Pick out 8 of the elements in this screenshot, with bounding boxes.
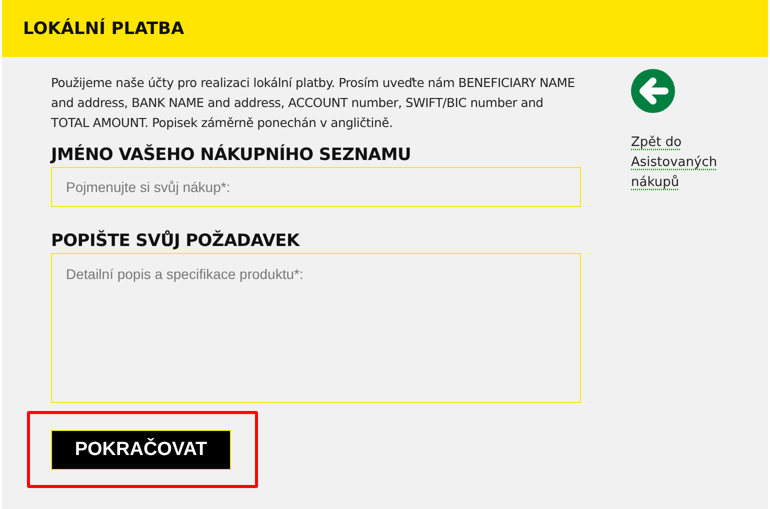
input-field[interactable]: Pojmenujte si svůj nákup*:	[51, 167, 581, 207]
field-label: POPIŠTE SVŮJ POŽADAVEK	[51, 231, 301, 251]
continue-button[interactable]: POKRAČOVAT	[51, 430, 231, 470]
back-link[interactable]: Zpět do Asistovaných nákupů	[631, 133, 741, 193]
intro-text: Použijeme naše účty pro realizaci lokální platby. Prosím uveďte nám BENEFICIARY NAME and address, BANK NAME and address, ACCOUNT number, SWIFT/BIC number and TOTAL AMOUNT. Popisek záměrně ponechán v angličtině.	[51, 74, 576, 132]
field-label: JMÉNO VAŠEHO NÁKUPNÍHO SEZNAMU	[51, 145, 412, 165]
page-title: LOKÁLNÍ PLATBA	[23, 18, 184, 38]
text-area[interactable]: Detailní popis a specifikace produktu*:	[51, 253, 581, 403]
